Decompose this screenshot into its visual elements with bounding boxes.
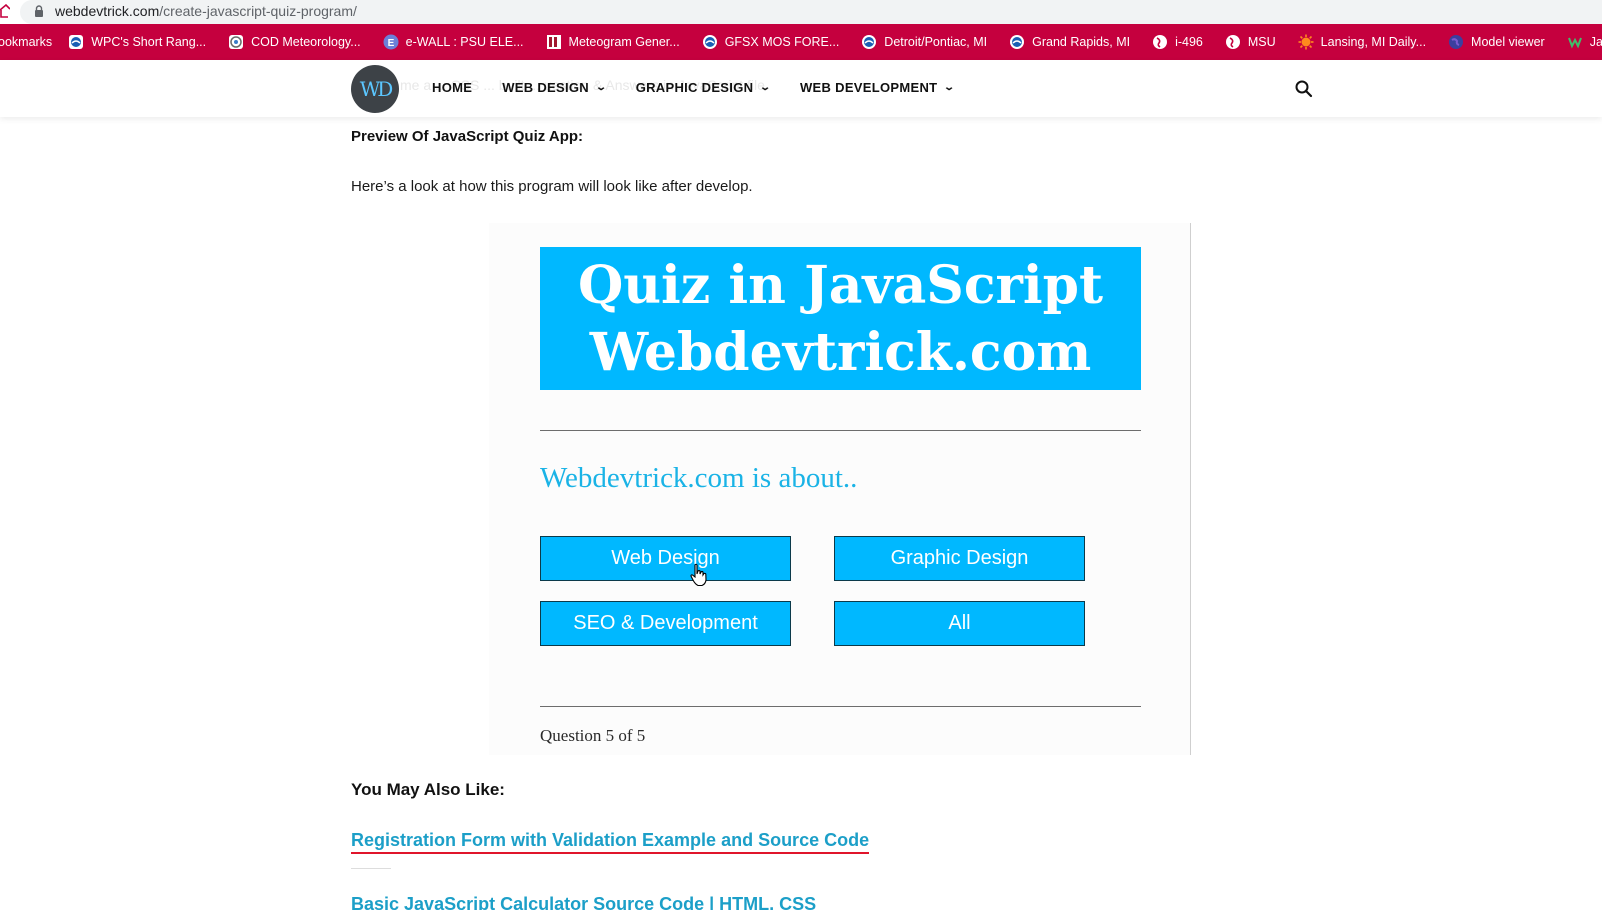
sun-icon bbox=[1298, 34, 1314, 50]
question-progress: Question 5 of 5 bbox=[540, 726, 646, 745]
bookmark-item[interactable]: E e-WALL : PSU ELE... bbox=[383, 24, 524, 60]
nav-label: GRAPHIC DESIGN bbox=[635, 80, 754, 95]
bookmark-item[interactable]: JavaScri bbox=[1567, 24, 1602, 60]
bookmark-item[interactable]: MSU bbox=[1225, 24, 1276, 60]
bookmark-item[interactable]: Lansing, MI Daily... bbox=[1298, 24, 1426, 60]
intro-paragraph: Here’s a look at how this program will l… bbox=[351, 178, 753, 195]
url-field[interactable]: webdevtrick.com/create-javascript-quiz-p… bbox=[20, 0, 1602, 24]
bookmarks-bar: ookmarks WPC's Short Rang... COD Meteoro… bbox=[0, 24, 1602, 60]
noaa-icon bbox=[702, 34, 718, 50]
choice-all-button[interactable]: All bbox=[834, 601, 1085, 646]
choice-seo-development-button[interactable]: SEO & Development bbox=[540, 601, 791, 646]
bookmark-item[interactable]: ookmarks bbox=[0, 24, 52, 60]
nav-web-design[interactable]: WEB DESIGN ⌄ bbox=[502, 80, 608, 95]
related-link[interactable]: Registration Form with Validation Exampl… bbox=[351, 830, 870, 854]
url-text[interactable]: webdevtrick.com/create-javascript-quiz-p… bbox=[55, 3, 357, 19]
bookmark-label: WPC's Short Rang... bbox=[91, 35, 207, 49]
divider bbox=[351, 868, 391, 869]
bookmark-item[interactable]: Detroit/Pontiac, MI bbox=[861, 24, 987, 60]
chevron-down-icon: ⌄ bbox=[595, 82, 608, 93]
bookmark-label: Meteogram Gener... bbox=[568, 35, 680, 49]
bookmark-label: JavaScri bbox=[1589, 35, 1602, 49]
quiz-title-line-2: Webdevtrick.com bbox=[589, 321, 1092, 383]
bookmark-label: e-WALL : PSU ELE... bbox=[405, 35, 524, 49]
bookmark-item[interactable]: Meteogram Gener... bbox=[546, 24, 680, 60]
chevron-down-icon: ⌄ bbox=[759, 82, 772, 93]
choice-graphic-design-button[interactable]: Graphic Design bbox=[834, 536, 1085, 581]
site-header: me a ... CSS ... built ... uestion & Ans… bbox=[0, 60, 1602, 117]
home-icon[interactable] bbox=[0, 4, 10, 18]
related-heading: You May Also Like: bbox=[351, 780, 505, 799]
meteogram-icon bbox=[546, 34, 562, 50]
url-host: webdevtrick.com bbox=[55, 3, 160, 19]
url-path: /create-javascript-quiz-program/ bbox=[159, 3, 357, 19]
svg-text:E: E bbox=[387, 38, 394, 49]
noaa-icon bbox=[861, 34, 877, 50]
nav-label: HOME bbox=[432, 80, 473, 95]
preview-heading: Preview Of JavaScript Quiz App: bbox=[351, 128, 584, 145]
noaa-icon bbox=[68, 34, 84, 50]
lock-icon[interactable] bbox=[34, 5, 44, 18]
choice-web-design-button[interactable]: Web Design bbox=[540, 536, 791, 581]
quiz-title-line-1: Quiz in JavaScript bbox=[577, 254, 1104, 316]
noaa-icon bbox=[1009, 34, 1025, 50]
bookmark-item[interactable]: GFSX MOS FORE... bbox=[702, 24, 840, 60]
hand-cursor-icon bbox=[690, 563, 707, 587]
cod-icon bbox=[228, 34, 244, 50]
nav-label: WEB DEVELOPMENT bbox=[799, 80, 938, 95]
w-icon bbox=[1567, 34, 1583, 50]
bookmark-item[interactable]: WPC's Short Rang... bbox=[68, 24, 206, 60]
bookmark-item[interactable]: COD Meteorology... bbox=[228, 24, 361, 60]
nav-label: WEB DESIGN bbox=[502, 80, 589, 95]
bookmark-label: GFSX MOS FORE... bbox=[724, 35, 840, 49]
bookmark-label: COD Meteorology... bbox=[251, 35, 361, 49]
chevron-down-icon: ⌄ bbox=[943, 82, 956, 93]
search-icon[interactable] bbox=[1294, 79, 1314, 99]
browser-address-bar: webdevtrick.com/create-javascript-quiz-p… bbox=[0, 0, 1602, 24]
bookmark-label: Detroit/Pontiac, MI bbox=[884, 35, 988, 49]
nav-home[interactable]: HOME bbox=[432, 80, 472, 95]
related-link[interactable]: Basic JavaScript Calculator Source Code … bbox=[351, 894, 816, 910]
e-icon: E bbox=[383, 34, 399, 50]
globe-icon bbox=[1225, 34, 1241, 50]
bookmark-item[interactable]: Model viewer bbox=[1448, 24, 1545, 60]
bookmark-label: i-496 bbox=[1175, 35, 1203, 49]
bookmark-label: ookmarks bbox=[0, 35, 53, 49]
bookmark-item[interactable]: Grand Rapids, MI bbox=[1009, 24, 1130, 60]
nav-web-development[interactable]: WEB DEVELOPMENT ⌄ bbox=[799, 80, 956, 95]
bookmark-label: Grand Rapids, MI bbox=[1032, 35, 1131, 49]
nav-graphic-design[interactable]: GRAPHIC DESIGN ⌄ bbox=[635, 80, 772, 95]
quiz-question: Webdevtrick.com is about.. bbox=[540, 462, 858, 494]
site-logo[interactable]: WD bbox=[351, 65, 399, 113]
bookmark-label: Lansing, MI Daily... bbox=[1320, 35, 1427, 49]
earth-icon bbox=[1448, 34, 1464, 50]
divider bbox=[540, 430, 1141, 431]
quiz-title-banner: Quiz in JavaScript Webdevtrick.com bbox=[540, 247, 1141, 390]
bookmark-label: MSU bbox=[1247, 35, 1276, 49]
main-nav: HOME WEB DESIGN ⌄ GRAPHIC DESIGN ⌄ WEB DEV… bbox=[432, 80, 984, 95]
divider bbox=[540, 706, 1141, 707]
bookmark-item[interactable]: i-496 bbox=[1152, 24, 1203, 60]
globe-icon bbox=[1152, 34, 1168, 50]
bookmark-label: Model viewer bbox=[1471, 35, 1545, 49]
